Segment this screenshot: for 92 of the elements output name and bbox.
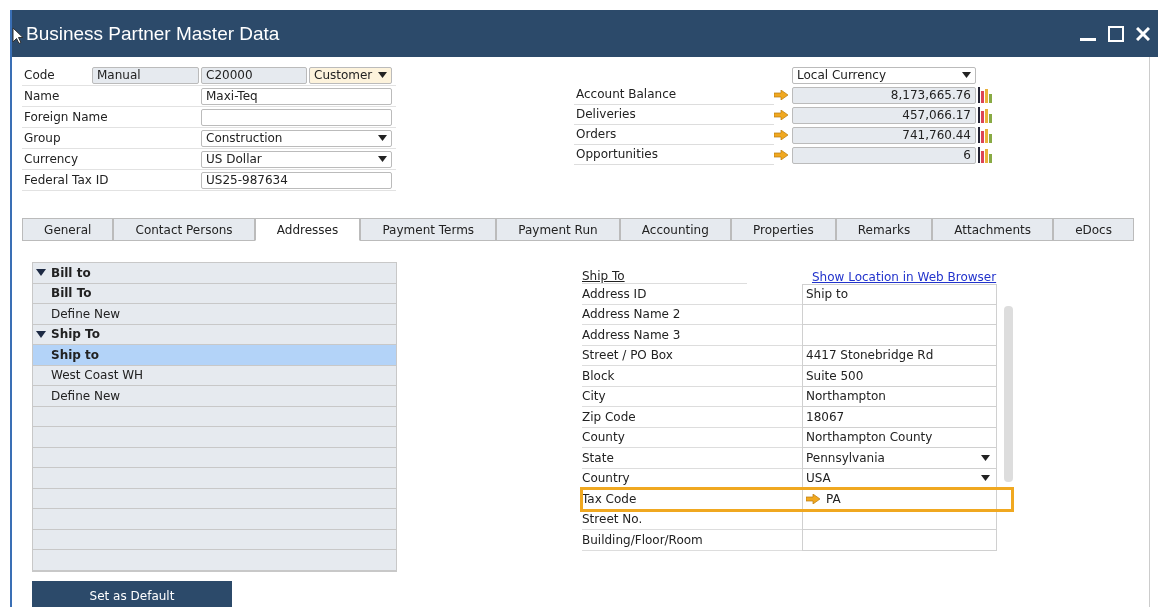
chart-icon[interactable]: [978, 147, 992, 163]
tab[interactable]: eDocs: [1053, 218, 1135, 240]
total-value: 457,066.17: [792, 106, 976, 124]
tab[interactable]: Accounting: [619, 218, 731, 240]
tree-group-label: Bill to: [51, 265, 91, 280]
field-label: Tax Code: [582, 489, 802, 510]
series-field[interactable]: Manual: [92, 66, 199, 84]
field-label: Federal Tax ID: [23, 173, 110, 187]
total-label: Account Balance: [574, 85, 774, 105]
dropdown-caret-icon: [962, 72, 971, 78]
tab[interactable]: Attachments: [932, 218, 1054, 240]
field-label: Address Name 2: [582, 304, 802, 325]
dropdown-caret-icon: [378, 156, 387, 162]
tree-item[interactable]: Define New: [33, 386, 396, 407]
field-label: Building/Floor/Room: [582, 530, 802, 551]
tree-group-label: Ship To: [51, 327, 100, 342]
field-label: Address Name 3: [582, 325, 802, 346]
field-label: Country: [582, 468, 802, 489]
total-value: 8,173,665.76: [792, 86, 976, 104]
field-label: State: [582, 448, 802, 469]
field-label: Group: [23, 131, 62, 145]
total-value: 741,760.44: [792, 126, 976, 144]
tab[interactable]: Payment Terms: [360, 218, 497, 240]
expand-caret-icon[interactable]: [36, 330, 46, 338]
input-field[interactable]: [802, 509, 997, 530]
map-link[interactable]: Show Location in Web Browser: [812, 270, 997, 284]
dropdown-field[interactable]: USA: [802, 468, 997, 489]
field-label: City: [582, 386, 802, 407]
field-label: Foreign Name: [23, 110, 109, 124]
close-icon[interactable]: [1136, 26, 1150, 41]
link-arrow-icon[interactable]: [774, 150, 788, 160]
dropdown-caret-icon: [378, 72, 387, 78]
code-field[interactable]: C20000: [201, 66, 307, 84]
total-label: Deliveries: [574, 105, 774, 125]
total-label: Opportunities: [574, 145, 774, 165]
chart-icon[interactable]: [978, 127, 992, 143]
link-arrow-icon[interactable]: [774, 90, 788, 100]
maximize-icon[interactable]: [1108, 25, 1124, 42]
input-field[interactable]: [802, 530, 997, 551]
set-default-button[interactable]: Set as Default: [32, 580, 232, 607]
input-field[interactable]: 18067: [802, 407, 997, 428]
input-field[interactable]: 4417 Stonebridge Rd: [802, 345, 997, 366]
tab[interactable]: General: [22, 218, 114, 240]
section-heading: Ship To: [582, 269, 747, 284]
dropdown-field[interactable]: US Dollar: [201, 150, 392, 168]
window-title: Business Partner Master Data: [26, 22, 280, 45]
field-label: Zip Code: [582, 407, 802, 428]
dropdown-caret-icon: [378, 135, 387, 141]
tree-item[interactable]: West Coast WH: [33, 365, 396, 386]
field-label: Code: [23, 68, 56, 82]
input-field[interactable]: [802, 304, 997, 325]
input-field[interactable]: Maxi-Teq: [201, 87, 392, 105]
field-label: Address ID: [582, 284, 802, 305]
scrollbar[interactable]: [1004, 306, 1013, 482]
input-field[interactable]: Northampton: [802, 386, 997, 407]
input-field[interactable]: [802, 325, 997, 346]
field-label: County: [582, 427, 802, 448]
link-arrow-icon[interactable]: [774, 130, 788, 140]
chart-icon[interactable]: [978, 107, 992, 123]
input-field[interactable]: US25-987634: [201, 171, 392, 189]
input-field[interactable]: PA: [802, 489, 997, 510]
tree-item[interactable]: Ship to: [33, 345, 396, 366]
link-arrow-icon[interactable]: [806, 493, 820, 504]
chart-icon[interactable]: [978, 87, 992, 103]
total-value: 6: [792, 146, 976, 164]
input-field[interactable]: [201, 108, 392, 126]
input-field[interactable]: Suite 500: [802, 366, 997, 387]
tree-item[interactable]: Bill To: [33, 283, 396, 304]
link-arrow-icon[interactable]: [774, 110, 788, 120]
tree-group[interactable]: Bill to: [33, 263, 396, 284]
mouse-pointer-icon: [12, 27, 24, 45]
input-field[interactable]: Ship to: [802, 284, 997, 305]
dropdown-caret-icon: [981, 454, 990, 461]
type-dropdown[interactable]: Customer: [309, 66, 392, 84]
tab[interactable]: Payment Run: [496, 218, 620, 240]
dropdown-caret-icon: [981, 475, 990, 482]
dropdown-field[interactable]: Construction: [201, 129, 392, 147]
tab[interactable]: Contact Persons: [113, 218, 255, 240]
input-field[interactable]: Northampton County: [802, 427, 997, 448]
dropdown-field[interactable]: Pennsylvania: [802, 448, 997, 469]
currency-dropdown[interactable]: Local Currency: [792, 66, 976, 84]
tab[interactable]: Addresses: [254, 218, 361, 241]
tree-item[interactable]: Define New: [33, 304, 396, 325]
tab[interactable]: Remarks: [835, 218, 933, 240]
field-label: Name: [23, 89, 61, 103]
field-label: Block: [582, 366, 802, 387]
expand-caret-icon[interactable]: [36, 269, 46, 277]
total-label: Orders: [574, 125, 774, 145]
tab[interactable]: Properties: [730, 218, 836, 240]
field-label: Street / PO Box: [582, 345, 802, 366]
field-label: Street No.: [582, 509, 802, 530]
field-label: Currency: [23, 152, 80, 166]
